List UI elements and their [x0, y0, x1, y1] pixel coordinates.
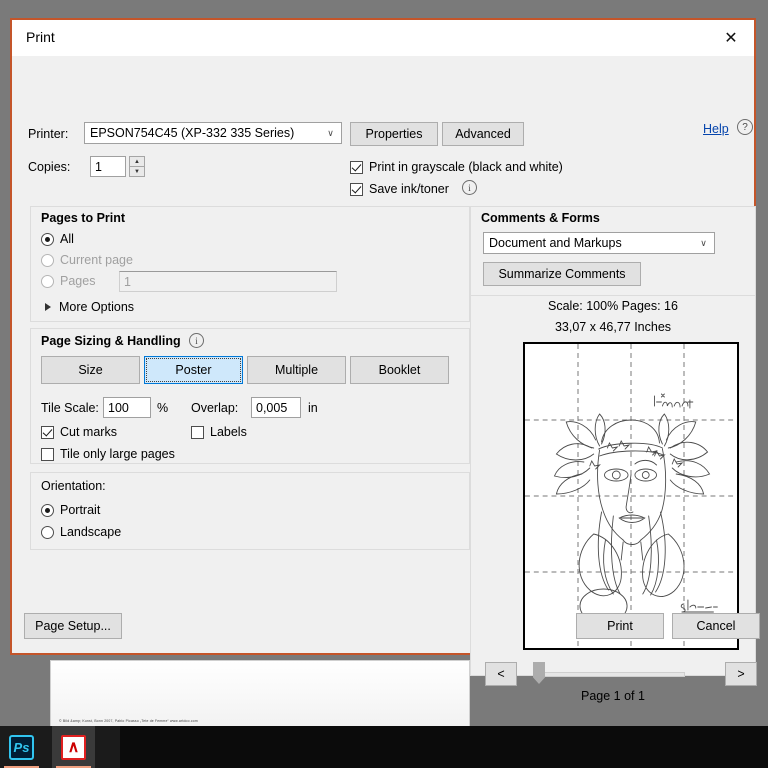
printer-select[interactable]: EPSON754C45 (XP-332 335 Series) ∨: [84, 122, 342, 144]
radio-all[interactable]: All: [41, 232, 74, 246]
help-icon[interactable]: ?: [737, 119, 753, 135]
overlap-label: Overlap:: [191, 401, 239, 415]
page-sizing-group: Page Sizing & Handling i Size Poster Mul…: [30, 328, 470, 464]
radio-current-page-label: Current page: [60, 253, 133, 267]
tile-scale-label: Tile Scale:: [41, 401, 99, 415]
percent-unit-label: %: [157, 401, 169, 415]
desktop-background: © Bild &amp; Kunst, Bonn 2007, Pablo Pic…: [0, 0, 768, 768]
info-icon[interactable]: i: [189, 333, 204, 348]
grayscale-label: Print in grayscale (black and white): [369, 160, 563, 174]
pages-to-print-group: Pages to Print All Current page Pages 1 …: [30, 206, 470, 322]
background-document: © Bild &amp; Kunst, Bonn 2007, Pablo Pic…: [50, 660, 470, 728]
labels-checkbox[interactable]: [191, 425, 204, 439]
save-ink-checkbox[interactable]: [350, 182, 363, 196]
photoshop-icon: Ps: [9, 734, 34, 760]
radio-landscape-label: Landscape: [60, 525, 122, 539]
copies-input[interactable]: 1: [90, 156, 126, 177]
radio-landscape-indicator[interactable]: [41, 525, 54, 539]
printer-section: Printer: EPSON754C45 (XP-332 335 Series)…: [12, 56, 754, 196]
radio-all-indicator[interactable]: [41, 232, 54, 246]
radio-all-label: All: [60, 232, 74, 246]
radio-current-page-indicator[interactable]: [41, 253, 54, 267]
cancel-button[interactable]: Cancel: [672, 613, 760, 639]
page-indicator: Page 1 of 1: [581, 689, 645, 703]
preview-next-button[interactable]: >: [725, 662, 757, 686]
pages-range-input[interactable]: 1: [119, 271, 337, 292]
printer-select-value: EPSON754C45 (XP-332 335 Series): [90, 126, 295, 140]
cut-marks-label: Cut marks: [60, 425, 117, 439]
copies-stepper-down-icon[interactable]: ▼: [129, 167, 145, 177]
close-icon[interactable]: ✕: [708, 20, 754, 56]
copies-label: Copies:: [28, 160, 71, 174]
comments-forms-value: Document and Markups: [489, 236, 622, 250]
tile-only-large-pages-checkbox[interactable]: [41, 447, 54, 461]
dimensions-text: 33,07 x 46,77 Inches: [554, 320, 672, 334]
taskbar-item-acrobat[interactable]: ∧: [52, 726, 95, 768]
radio-portrait-label: Portrait: [60, 503, 101, 517]
dialog-titlebar: Print ✕: [12, 20, 754, 56]
chevron-right-icon: [45, 303, 51, 311]
scale-pages-text: Scale: 100% Pages: 16: [548, 299, 678, 313]
page-setup-button[interactable]: Page Setup...: [24, 613, 122, 639]
page-sizing-title: Page Sizing & Handling: [41, 334, 181, 348]
orientation-group: Orientation: Portrait Landscape: [30, 472, 470, 550]
printer-label: Printer:: [28, 127, 69, 141]
copies-stepper[interactable]: ▲ ▼: [129, 156, 145, 177]
background-document-caption: © Bild &amp; Kunst, Bonn 2007, Pablo Pic…: [59, 719, 198, 723]
cut-marks-checkbox[interactable]: [41, 425, 54, 439]
summarize-comments-button[interactable]: Summarize Comments: [483, 262, 641, 286]
preview-slider-thumb[interactable]: [533, 662, 545, 684]
tab-size[interactable]: Size: [41, 356, 140, 384]
dialog-title: Print: [26, 29, 55, 45]
dialog-body: Printer: EPSON754C45 (XP-332 335 Series)…: [12, 56, 760, 703]
radio-portrait-indicator[interactable]: [41, 503, 54, 517]
taskbar: Ps ∧: [0, 726, 768, 768]
pages-to-print-title: Pages to Print: [41, 211, 126, 225]
help-link[interactable]: Help: [703, 122, 729, 136]
chevron-down-icon: ∨: [321, 123, 340, 143]
inch-unit-label: in: [308, 401, 318, 415]
labels-label: Labels: [210, 425, 247, 439]
orientation-title: Orientation:: [41, 479, 106, 493]
save-ink-label: Save ink/toner: [369, 182, 449, 196]
tile-scale-input[interactable]: 100: [103, 397, 151, 418]
print-dialog: Print ✕ Printer: EPSON754C45 (XP-332 335…: [10, 18, 760, 703]
tab-booklet[interactable]: Booklet: [350, 356, 449, 384]
radio-pages-label: Pages: [60, 274, 96, 288]
more-options-toggle[interactable]: More Options: [45, 300, 134, 314]
info-icon[interactable]: i: [462, 180, 477, 195]
more-options-label: More Options: [59, 300, 135, 314]
grayscale-checkbox-row[interactable]: Print in grayscale (black and white): [350, 160, 563, 174]
preview-slider-track[interactable]: [537, 672, 685, 677]
taskbar-item-photoshop[interactable]: Ps: [0, 726, 43, 768]
print-button[interactable]: Print: [576, 613, 664, 639]
save-ink-checkbox-row[interactable]: Save ink/toner: [350, 182, 449, 196]
properties-button[interactable]: Properties: [350, 122, 438, 146]
cut-marks-checkbox-row[interactable]: Cut marks: [41, 425, 117, 439]
comments-forms-title: Comments & Forms: [481, 211, 600, 225]
overlap-input[interactable]: 0,005: [251, 397, 301, 418]
copies-stepper-up-icon[interactable]: ▲: [129, 156, 145, 167]
radio-pages-indicator[interactable]: [41, 274, 54, 288]
grayscale-checkbox[interactable]: [350, 160, 363, 174]
labels-checkbox-row[interactable]: Labels: [191, 425, 247, 439]
tab-poster[interactable]: Poster: [144, 356, 243, 384]
radio-landscape[interactable]: Landscape: [41, 525, 121, 539]
tile-only-large-pages-label: Tile only large pages: [60, 447, 175, 461]
comments-forms-select[interactable]: Document and Markups ∨: [483, 232, 715, 254]
radio-pages[interactable]: Pages: [41, 274, 95, 288]
radio-current-page[interactable]: Current page: [41, 253, 133, 267]
preview-prev-button[interactable]: <: [485, 662, 517, 686]
radio-portrait[interactable]: Portrait: [41, 503, 100, 517]
advanced-button[interactable]: Advanced: [442, 122, 524, 146]
tab-multiple[interactable]: Multiple: [247, 356, 346, 384]
panel-divider: [471, 295, 755, 296]
acrobat-icon: ∧: [61, 734, 86, 760]
dialog-footer: Page Setup... Print Cancel: [12, 601, 760, 653]
tile-only-large-pages-checkbox-row[interactable]: Tile only large pages: [41, 447, 175, 461]
chevron-down-icon: ∨: [694, 233, 713, 253]
